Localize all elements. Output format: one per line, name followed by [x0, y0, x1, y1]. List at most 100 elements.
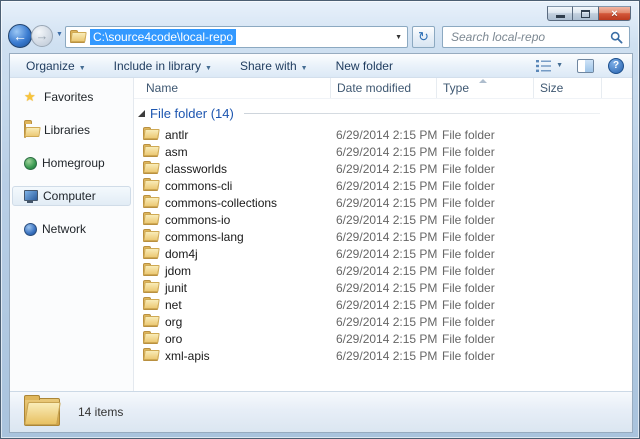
- column-header-date-modified[interactable]: Date modified: [331, 78, 437, 98]
- change-view-button[interactable]: ▼: [536, 59, 563, 72]
- homegroup-icon: [24, 156, 37, 170]
- file-type: File folder: [442, 246, 495, 261]
- folder-icon: [143, 314, 158, 327]
- share-with-label: Share with: [239, 58, 297, 73]
- file-date-modified: 6/29/2014 2:15 PM: [336, 314, 438, 329]
- file-row[interactable]: asm 6/29/2014 2:15 PM File folder: [134, 143, 632, 160]
- file-row[interactable]: jdom 6/29/2014 2:15 PM File folder: [134, 262, 632, 279]
- preview-pane-button[interactable]: [577, 58, 594, 73]
- new-folder-button[interactable]: New folder: [330, 56, 399, 76]
- file-row[interactable]: org 6/29/2014 2:15 PM File folder: [134, 313, 632, 330]
- folder-icon: [143, 144, 158, 157]
- toolbar-right-group: ▼ ?: [536, 57, 632, 74]
- file-date-modified: 6/29/2014 2:15 PM: [336, 161, 438, 176]
- search-input[interactable]: [443, 27, 629, 47]
- selected-folder-icon: [24, 395, 60, 426]
- sidebar-item-homegroup[interactable]: Homegroup: [12, 153, 131, 173]
- file-name: net: [165, 297, 182, 312]
- file-date-modified: 6/29/2014 2:15 PM: [336, 331, 438, 346]
- client-area: Organize ▼ Include in library ▼ Share with…: [9, 53, 633, 433]
- folder-icon: [143, 229, 158, 242]
- file-date-modified: 6/29/2014 2:15 PM: [336, 212, 438, 227]
- search-box[interactable]: [442, 26, 630, 48]
- address-path-text[interactable]: C:\source4code\local-repo: [90, 29, 237, 45]
- group-divider: [243, 113, 600, 114]
- column-header-name[interactable]: Name: [134, 78, 331, 98]
- folder-icon: [143, 195, 158, 208]
- help-button[interactable]: ?: [608, 57, 624, 74]
- share-with-button[interactable]: Share with ▼: [234, 56, 314, 76]
- group-header[interactable]: File folder (14): [138, 104, 632, 123]
- file-date-modified: 6/29/2014 2:15 PM: [336, 246, 438, 261]
- sidebar-item-computer[interactable]: Computer: [12, 186, 131, 206]
- folder-icon: [143, 348, 158, 361]
- minimize-icon: [555, 15, 565, 18]
- sidebar-item-favorites[interactable]: ★ Favorites: [12, 87, 131, 107]
- file-name: classworlds: [165, 161, 228, 176]
- folder-icon: [143, 331, 158, 344]
- chevron-down-icon: ▼: [300, 64, 308, 72]
- file-row[interactable]: junit 6/29/2014 2:15 PM File folder: [134, 279, 632, 296]
- minimize-button[interactable]: [547, 6, 573, 21]
- back-button[interactable]: ←: [8, 24, 32, 48]
- file-row[interactable]: commons-lang 6/29/2014 2:15 PM File fold…: [134, 228, 632, 245]
- refresh-button[interactable]: ↻: [412, 26, 435, 48]
- sidebar-item-libraries[interactable]: Libraries: [12, 120, 131, 140]
- organize-button[interactable]: Organize ▼: [20, 56, 92, 76]
- address-dropdown-icon[interactable]: ▼: [395, 34, 402, 41]
- sidebar-item-network[interactable]: Network: [12, 219, 131, 239]
- column-headers: Name Date modified Type Size: [134, 78, 632, 99]
- recent-pages-dropdown[interactable]: ▼: [56, 31, 63, 38]
- file-type: File folder: [442, 331, 495, 346]
- group-label[interactable]: File folder (14): [150, 106, 234, 121]
- file-type: File folder: [442, 280, 495, 295]
- folder-icon: [143, 263, 158, 276]
- file-type: File folder: [442, 263, 495, 278]
- search-icon: [610, 31, 623, 44]
- list-view-icon: [536, 59, 552, 72]
- file-row[interactable]: dom4j 6/29/2014 2:15 PM File folder: [134, 245, 632, 262]
- file-row[interactable]: antlr 6/29/2014 2:15 PM File folder: [134, 126, 632, 143]
- file-name: xml-apis: [165, 348, 210, 363]
- file-type: File folder: [442, 127, 495, 142]
- file-type: File folder: [442, 195, 495, 210]
- file-name: oro: [165, 331, 183, 346]
- file-row[interactable]: commons-io 6/29/2014 2:15 PM File folder: [134, 211, 632, 228]
- refresh-icon: ↻: [418, 29, 429, 44]
- file-row[interactable]: oro 6/29/2014 2:15 PM File folder: [134, 330, 632, 347]
- address-bar[interactable]: C:\source4code\local-repo ▼: [65, 26, 408, 48]
- group-collapse-icon[interactable]: [138, 110, 145, 117]
- folder-icon: [143, 246, 158, 259]
- folder-icon: [143, 212, 158, 225]
- library-folder-icon: [24, 122, 39, 138]
- maximize-button[interactable]: [573, 6, 599, 21]
- file-name: commons-lang: [165, 229, 244, 244]
- file-row[interactable]: commons-cli 6/29/2014 2:15 PM File folde…: [134, 177, 632, 194]
- file-row[interactable]: net 6/29/2014 2:15 PM File folder: [134, 296, 632, 313]
- forward-button[interactable]: →: [31, 25, 53, 47]
- file-type: File folder: [442, 348, 495, 363]
- address-folder-icon: [70, 29, 85, 43]
- organize-label: Organize: [26, 58, 75, 73]
- file-date-modified: 6/29/2014 2:15 PM: [336, 195, 438, 210]
- back-icon: ←: [13, 28, 27, 44]
- file-date-modified: 6/29/2014 2:15 PM: [336, 127, 438, 142]
- close-button[interactable]: ×: [599, 6, 631, 21]
- column-header-size[interactable]: Size: [534, 78, 602, 98]
- file-row[interactable]: commons-collections 6/29/2014 2:15 PM Fi…: [134, 194, 632, 211]
- file-name: commons-io: [165, 212, 231, 227]
- sidebar-item-label: Libraries: [44, 123, 91, 137]
- folder-icon: [143, 178, 158, 191]
- folder-icon: [143, 280, 158, 293]
- close-icon: ×: [611, 7, 618, 20]
- file-row[interactable]: classworlds 6/29/2014 2:15 PM File folde…: [134, 160, 632, 177]
- file-type: File folder: [442, 212, 495, 227]
- sidebar-item-label: Homegroup: [42, 156, 105, 170]
- network-icon: [24, 222, 37, 236]
- file-type: File folder: [442, 314, 495, 329]
- file-row[interactable]: xml-apis 6/29/2014 2:15 PM File folder: [134, 347, 632, 364]
- command-bar: Organize ▼ Include in library ▼ Share with…: [10, 54, 632, 78]
- file-date-modified: 6/29/2014 2:15 PM: [336, 263, 438, 278]
- include-in-library-button[interactable]: Include in library ▼: [108, 56, 218, 76]
- file-name: dom4j: [165, 246, 198, 261]
